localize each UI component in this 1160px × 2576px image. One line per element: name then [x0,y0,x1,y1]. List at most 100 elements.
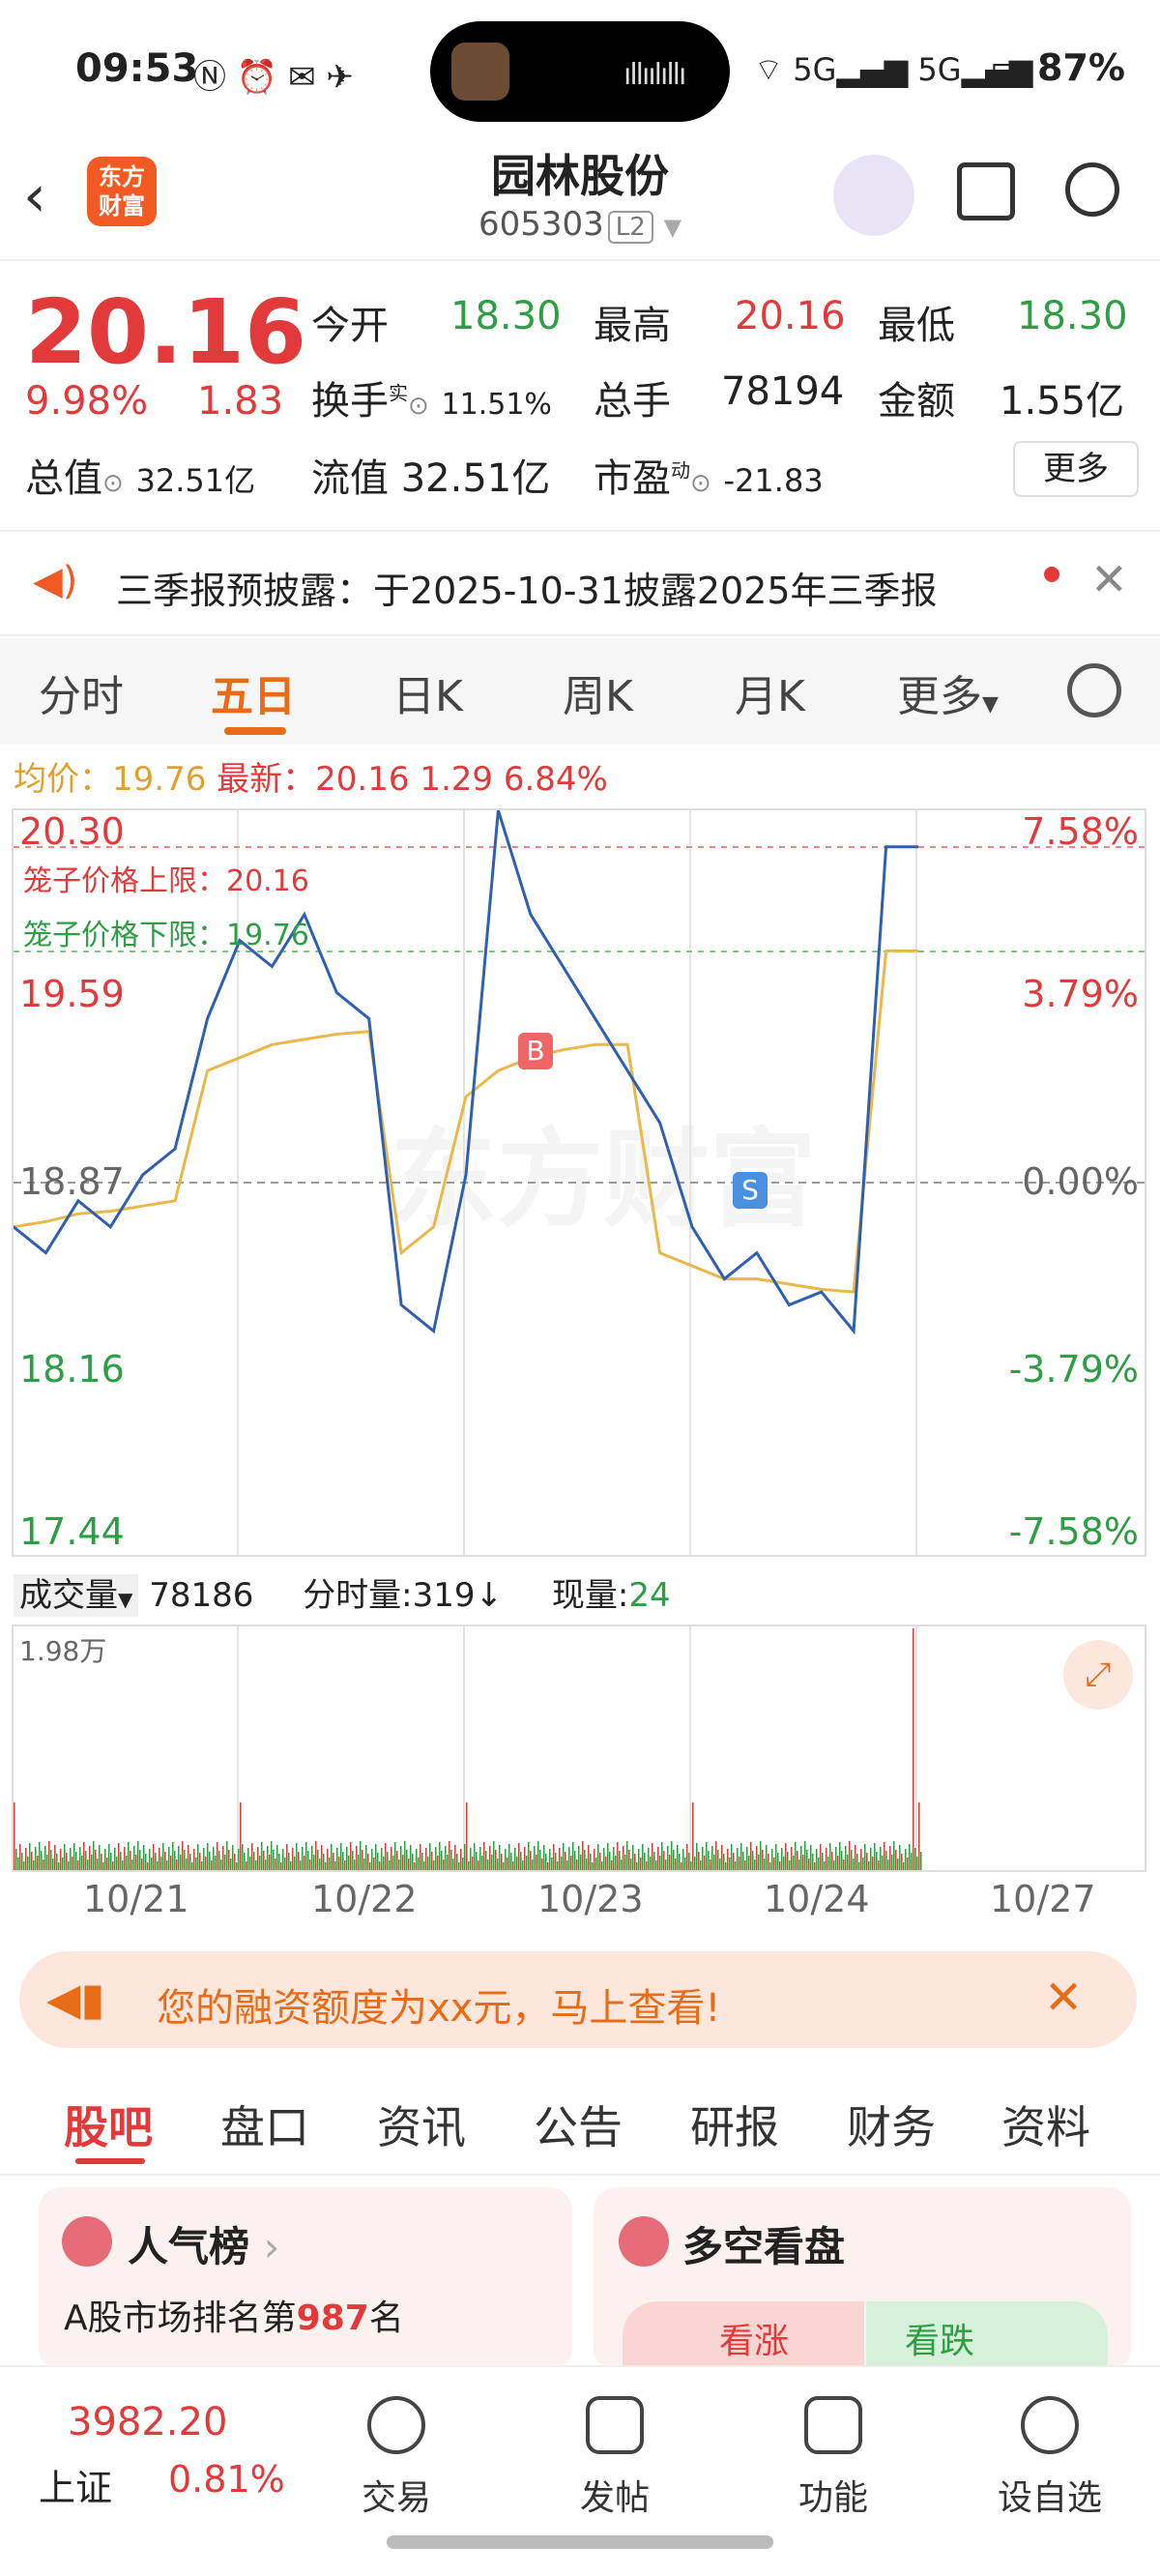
volume-chart[interactable]: 1.98万 ⤢ [12,1625,1146,1872]
volume-bar [887,1859,889,1870]
volume-bar [164,1852,166,1870]
volume-bar [696,1843,698,1870]
volume-bar [131,1859,133,1870]
volume-bar [362,1850,363,1870]
volume-bar [783,1857,785,1870]
tab-profile[interactable]: 资料 [1001,2093,1090,2156]
volume-bar [652,1843,653,1870]
expand-icon[interactable]: ⤢ [1063,1640,1133,1710]
close-icon[interactable]: ✕ [1044,1971,1083,2025]
y-tick-right: -7.58% [1008,1510,1139,1553]
nav-trade[interactable]: 交易 [329,2396,464,2520]
volume-bar [594,1849,595,1870]
ai-assistant-icon[interactable] [833,155,914,236]
volume-bar [369,1862,371,1870]
volume-bar [466,1802,468,1870]
tab-announcement[interactable]: 公告 [534,2093,623,2156]
volume-bar [686,1844,688,1870]
volume-bar [667,1846,669,1870]
volume-bar [510,1853,512,1870]
volume-bar [739,1857,740,1870]
volume-bar [296,1843,298,1870]
index-name[interactable]: 上证 [39,2458,112,2511]
tab-news[interactable]: 资讯 [377,2093,466,2156]
volume-bar [278,1854,280,1870]
index-pct[interactable]: 0.81% [168,2458,285,2501]
y-tick-left: 20.30 [19,810,125,853]
search-icon[interactable] [1065,162,1119,217]
volume-bar [205,1857,207,1870]
tab-daily-k[interactable]: 日K [392,661,463,723]
volume-bar [441,1851,443,1870]
volume-bar [54,1845,56,1870]
volume-bar [389,1860,391,1870]
volume-bar [184,1850,186,1870]
tab-monthly-k[interactable]: 月K [735,661,805,723]
bull-bear-card[interactable]: 多空看盘 看涨 看跌 [594,2187,1131,2371]
bear-button[interactable]: 看跌 [866,2301,1108,2371]
nav-watchlist[interactable]: 设自选 [982,2396,1117,2520]
bull-button[interactable]: 看涨 [623,2301,864,2371]
volume-bar [874,1843,876,1870]
tab-guba[interactable]: 股吧 [64,2093,153,2156]
volume-bar [688,1853,690,1870]
more-button[interactable]: 更多 [1013,441,1139,497]
hands-value: 78194 [721,369,845,414]
volume-bar [611,1860,613,1870]
info-tabs: 股吧 盘口 资讯 公告 研报 财务 资料 [0,2069,1160,2176]
popularity-card[interactable]: 人气榜 › A股市场排名第987名 [39,2187,572,2371]
volume-bar [450,1850,452,1870]
volume-bar [238,1849,240,1870]
volume-bar [352,1851,354,1870]
index-value[interactable]: 3982.20 [68,2400,227,2444]
volume-bar [209,1852,211,1870]
tab-pankou[interactable]: 盘口 [220,2093,309,2156]
volume-info: 成交量▼ 78186 分时量:319↓ 现量:24 [14,1568,671,1617]
tab-weekly-k[interactable]: 周K [563,661,633,723]
volume-bar [601,1861,603,1870]
notice-bar[interactable]: ◀) 三季报预披露：于2025-10-31披露2025年三季报 ✕ [0,530,1160,636]
tab-five-day[interactable]: 五日 [211,661,296,723]
volume-bar [671,1841,673,1870]
volume-bar [706,1842,708,1870]
share-icon[interactable] [957,162,1015,220]
nav-functions[interactable]: 功能 [766,2396,901,2520]
volume-bar [271,1841,273,1870]
volume-bar [240,1802,242,1870]
volume-bar [425,1848,427,1870]
volume-bar [762,1850,764,1870]
volume-bar [493,1841,495,1870]
volume-bar [541,1859,543,1870]
volume-bar [613,1847,615,1870]
volume-bar [561,1857,563,1870]
volume-bar [592,1862,594,1870]
tab-more[interactable]: 更多▼ [897,661,999,723]
volume-bar [215,1856,217,1870]
rank-icon [62,2216,112,2267]
settings-gear-icon[interactable] [1067,663,1121,717]
volume-bar [725,1862,727,1870]
volume-bar [230,1859,232,1870]
y-tick-left: 18.87 [19,1160,125,1203]
price-chart[interactable]: 东方财富 20.30 19.59 18.87 18.16 17.44 7.58%… [12,808,1146,1557]
financing-promo[interactable]: ◀▮ 您的融资额度为xx元，马上查看! ✕ [19,1951,1137,2048]
nav-post[interactable]: 发帖 [547,2396,682,2520]
change-pct: 9.98% [25,379,149,424]
volume-bar [263,1851,265,1870]
volume-bar [44,1846,46,1870]
volume-dropdown[interactable]: 成交量▼ [14,1574,139,1617]
y-tick-right: 7.58% [1022,810,1139,853]
volume-bar [360,1841,362,1870]
volume-bar [87,1859,89,1870]
tab-finance[interactable]: 财务 [847,2093,936,2156]
sell-marker[interactable]: S [733,1172,768,1209]
volume-bar [750,1842,752,1870]
volume-bar [507,1858,508,1870]
tab-intraday[interactable]: 分时 [39,661,124,723]
y-tick-left: 19.59 [19,973,125,1015]
volume-bar [735,1861,737,1870]
market-cap: 总值⊙ 32.51亿 [25,456,256,501]
tab-research[interactable]: 研报 [690,2093,779,2156]
buy-marker[interactable]: B [518,1033,553,1069]
close-icon[interactable]: ✕ [1090,553,1128,605]
